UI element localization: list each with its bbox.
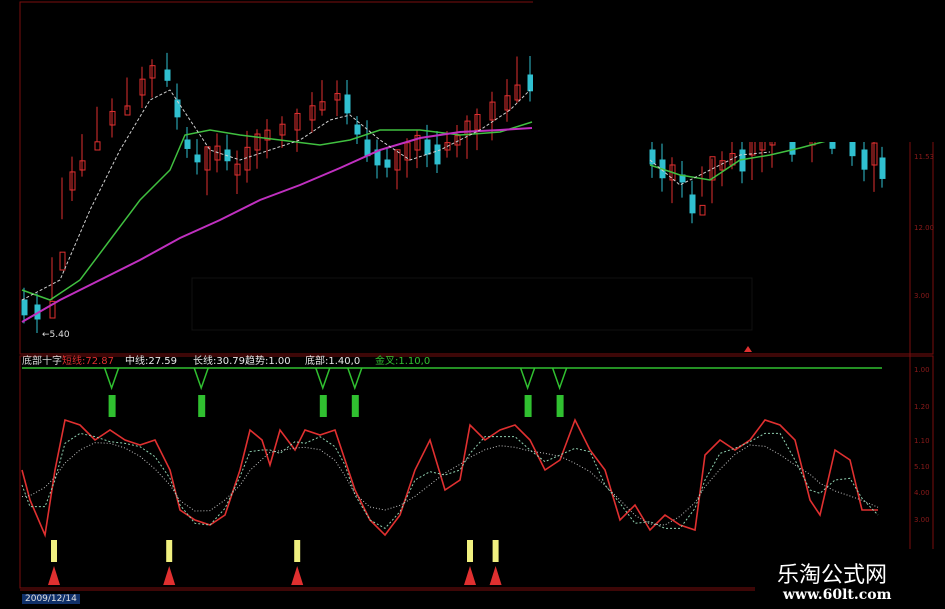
low-price-label: ←5.40: [42, 330, 70, 340]
candle-body: [384, 159, 391, 168]
green-signal-bar: [524, 395, 532, 417]
indicator-label-long: 长线:30.79: [193, 356, 245, 367]
bottom-signal-triangle: [464, 566, 476, 585]
axis-label: 1.10: [914, 437, 930, 445]
candle-body: [879, 157, 886, 179]
green-signal-dip: [519, 367, 536, 391]
green-signal-bar: [556, 395, 564, 417]
axis-label: 1.20: [914, 403, 930, 411]
axis-label: 5.10: [914, 463, 930, 471]
yellow-signal-bar: [467, 540, 473, 562]
candle-body: [59, 251, 66, 271]
price-marker: [744, 346, 752, 352]
indicator-label-title: 底部十字: [22, 356, 62, 367]
candle-body: [424, 139, 431, 155]
oscillator-short-line: [21, 418, 878, 538]
green-signal-bar: [319, 395, 327, 417]
yellow-signal-bar: [51, 540, 57, 562]
axis-label: 1.00: [914, 366, 930, 374]
indicator-label-short: 短线:72.87: [62, 356, 114, 367]
axis-label: 4.00: [914, 489, 930, 497]
axis-label: 3.00: [914, 516, 930, 524]
occlusion-block-top-right: [533, 0, 945, 142]
bottom-signal-triangle: [48, 566, 60, 585]
candle-body: [789, 139, 796, 155]
green-signal-dip: [193, 367, 209, 391]
oscillator-long-line: [21, 442, 879, 526]
yellow-signal-bar: [294, 540, 301, 562]
candle-body: [21, 299, 28, 316]
watermark: 乐淘公式网 www.60lt.com: [755, 549, 945, 609]
candle-body: [699, 204, 706, 216]
candle-body: [184, 139, 191, 149]
axis-label: 12.00: [914, 224, 935, 232]
axis-label: 11.53: [914, 153, 935, 161]
stock-chart: [19, 0, 945, 591]
candle-body: [689, 194, 696, 214]
green-signal-bar: [198, 395, 206, 417]
candle-body: [174, 99, 181, 118]
indicator-label-bottom: 底部:1.40,0: [305, 356, 361, 367]
occlusion-block-middle: [191, 277, 753, 331]
candle-body: [164, 69, 171, 81]
yellow-signal-bar: [492, 540, 499, 562]
green-signal-dip: [551, 367, 568, 391]
watermark-title: 乐淘公式网: [777, 563, 888, 588]
candle-body: [364, 139, 371, 157]
indicator-label-mid: 中线:27.59: [125, 356, 177, 367]
indicator-label-trend: 趋势:1.00: [245, 356, 291, 367]
green-signal-dip: [103, 367, 120, 391]
candle-body: [194, 154, 201, 163]
yellow-signal-bar: [166, 540, 173, 562]
bottom-signal-triangle: [163, 566, 176, 585]
date-label: 2009/12/14: [22, 594, 80, 604]
candle-body: [849, 139, 856, 157]
candle-body: [354, 124, 361, 135]
axis-label: 3.00: [914, 292, 930, 300]
indicator-label-cross: 金叉:1.10,0: [375, 356, 431, 367]
ma-line-green: [21, 121, 533, 301]
green-signal-bar: [351, 395, 359, 417]
candle-body: [94, 141, 101, 151]
candle-body: [527, 74, 534, 92]
bottom-signal-triangle: [489, 566, 502, 585]
green-signal-dip: [347, 367, 363, 391]
candle-body: [649, 149, 656, 165]
ma-line-green-right: [649, 139, 831, 181]
candle-body: [861, 149, 868, 170]
candle-body: [434, 144, 441, 165]
green-signal-bar: [108, 395, 116, 417]
green-signal-dip: [315, 367, 331, 391]
candle-body: [344, 94, 351, 114]
bottom-signal-triangle: [291, 566, 304, 585]
watermark-url: www.60lt.com: [783, 587, 892, 603]
oscillator-mid-line: [21, 432, 879, 529]
